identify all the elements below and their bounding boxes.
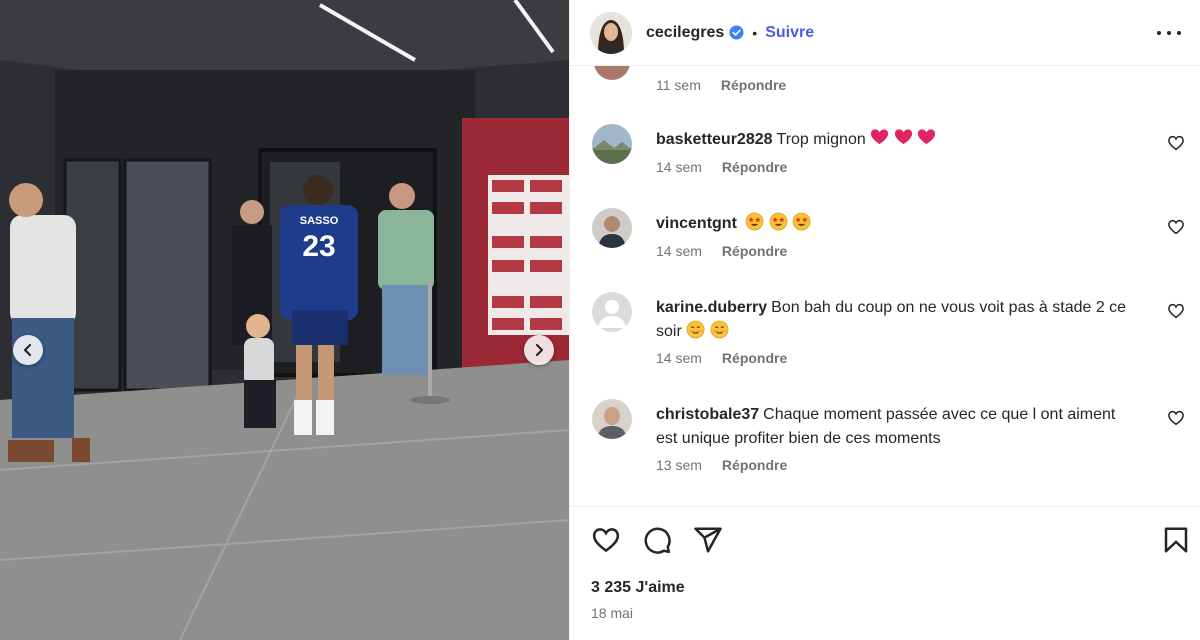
more-options-button[interactable]: [1157, 22, 1181, 44]
smiling-face-icon: [710, 320, 729, 339]
comment-body: basketteur2828 Trop mignon: [656, 128, 1136, 152]
commenter-avatar-image: [592, 399, 632, 439]
author-username[interactable]: cecilegres: [646, 24, 724, 42]
comment-meta: 14 sem Répondre: [656, 159, 787, 175]
post-side-panel: cecilegres • Suivre 11 sem Répondre bask…: [569, 0, 1200, 640]
post-image: SASSO 23: [0, 0, 569, 640]
share-icon[interactable]: [693, 525, 723, 555]
like-comment-icon[interactable]: [1167, 409, 1185, 427]
star-struck-icon: [792, 212, 811, 231]
jersey-name: SASSO: [300, 215, 339, 227]
author-avatar-image: [590, 11, 632, 54]
reply-button[interactable]: Répondre: [722, 243, 787, 259]
red-heart-icon: [918, 129, 936, 145]
reply-button[interactable]: Répondre: [722, 350, 787, 366]
comment-text: Trop mignon: [776, 131, 866, 148]
post-photo: SASSO 23: [0, 0, 569, 640]
carousel-next-button[interactable]: [524, 335, 554, 365]
comment-time: 11 sem: [656, 77, 701, 93]
smiling-face-icon: [686, 320, 705, 339]
chevron-left-icon: [23, 343, 32, 357]
more-dot-icon: [1167, 31, 1171, 35]
reply-button[interactable]: Répondre: [722, 457, 787, 473]
comment-username[interactable]: christobale37: [656, 406, 759, 423]
comment-icon[interactable]: [642, 525, 672, 555]
jersey-number: 23: [302, 230, 335, 263]
red-heart-icon: [871, 129, 889, 145]
commenter-avatar[interactable]: [592, 124, 632, 164]
commenter-avatar[interactable]: [592, 292, 632, 332]
post-actions: 3 235 J'aime 18 mai: [570, 506, 1200, 640]
star-struck-icon: [745, 212, 764, 231]
like-comment-icon[interactable]: [1167, 302, 1185, 320]
bookmark-icon[interactable]: [1161, 525, 1191, 555]
comment-body: vincentgnt: [656, 212, 1136, 236]
like-comment-icon[interactable]: [1167, 218, 1185, 236]
comment-meta: 13 sem Répondre: [656, 457, 787, 473]
follow-button[interactable]: Suivre: [765, 24, 814, 42]
like-comment-icon[interactable]: [1167, 134, 1185, 152]
commenter-avatar-image: [592, 208, 632, 248]
comment-username[interactable]: vincentgnt: [656, 215, 737, 232]
default-avatar-icon: [592, 292, 632, 332]
comments-list: 11 sem Répondre basketteur2828 Trop migno…: [570, 66, 1200, 506]
previous-comment-meta: 11 sem Répondre: [656, 77, 786, 93]
comment-body: christobale37 Chaque moment passée avec c…: [656, 403, 1136, 451]
likes-count[interactable]: 3 235 J'aime: [591, 579, 685, 597]
comment-body: karine.duberry Bon bah du coup on ne vous…: [656, 296, 1136, 344]
reply-button[interactable]: Répondre: [722, 159, 787, 175]
post-date: 18 mai: [591, 605, 634, 621]
comment-meta: 14 sem Répondre: [656, 243, 787, 259]
more-dot-icon: [1157, 31, 1161, 35]
author-avatar[interactable]: [590, 11, 632, 54]
comment-time: 14 sem: [656, 243, 702, 259]
comment-time: 13 sem: [656, 457, 702, 473]
carousel-prev-button[interactable]: [13, 335, 43, 365]
red-heart-icon: [894, 129, 912, 145]
star-struck-icon: [769, 212, 788, 231]
like-icon[interactable]: [591, 525, 621, 555]
commenter-avatar[interactable]: [592, 399, 632, 439]
comment-time: 14 sem: [656, 350, 702, 366]
chevron-right-icon: [535, 343, 544, 357]
comment-time: 14 sem: [656, 159, 702, 175]
commenter-avatar[interactable]: [592, 208, 632, 248]
commenter-avatar-image: [592, 124, 632, 164]
verified-badge-icon: [729, 25, 744, 40]
post-header: cecilegres • Suivre: [570, 0, 1200, 66]
header-separator: •: [752, 24, 758, 41]
comment-meta: 14 sem Répondre: [656, 350, 787, 366]
comment-username[interactable]: basketteur2828: [656, 131, 773, 148]
comment-username[interactable]: karine.duberry: [656, 299, 767, 316]
reply-button[interactable]: Répondre: [721, 77, 786, 93]
more-dot-icon: [1177, 31, 1181, 35]
previous-comment-avatar: [594, 66, 630, 80]
